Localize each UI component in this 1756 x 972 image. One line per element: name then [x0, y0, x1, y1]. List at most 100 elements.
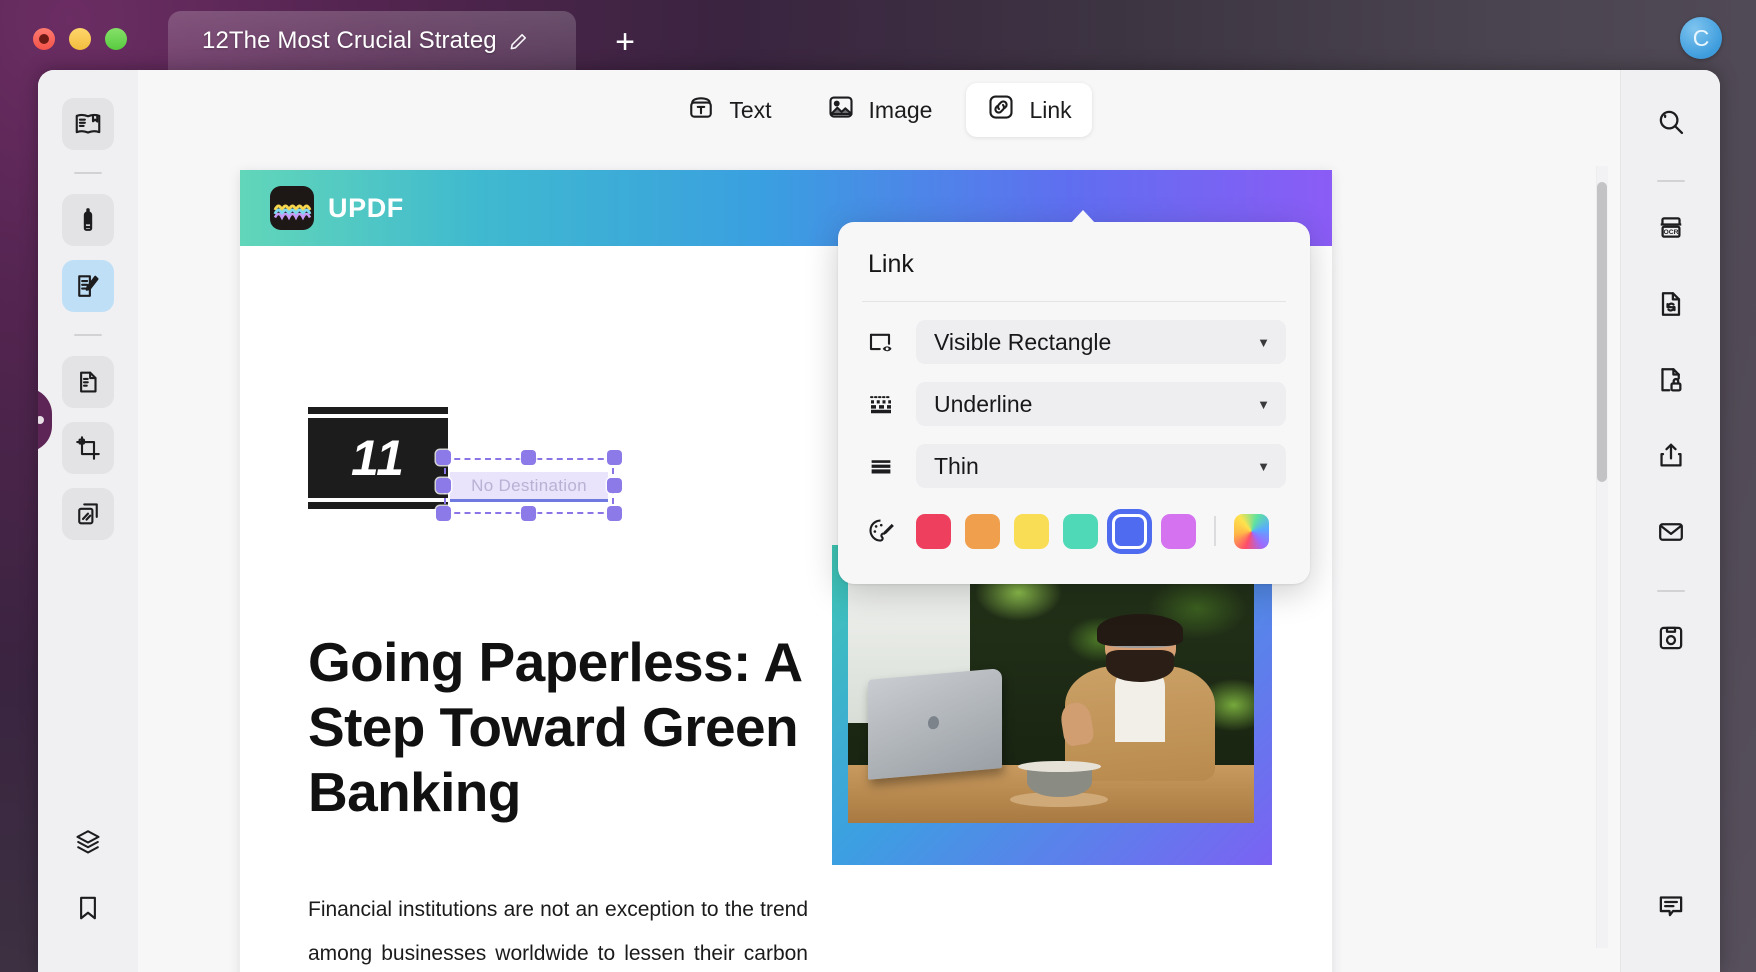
rename-pencil-icon[interactable] [509, 32, 528, 51]
window-controls [33, 28, 127, 50]
close-window-button[interactable] [33, 28, 55, 50]
resize-handle-bottom-right[interactable] [607, 506, 622, 521]
link-thickness-row: Thin ▼ [838, 444, 1310, 488]
application-window: 12The Most Crucial Strateg + C Text Imag… [0, 0, 1756, 972]
swatch-divider [1214, 516, 1216, 546]
rail-divider-1 [74, 172, 102, 174]
link-properties-popover: Link Visible Rectangle ▼ Underline ▼ Thi… [838, 210, 1310, 584]
document-heading: Going Paperless: A Step Toward Green Ban… [308, 631, 801, 823]
resize-handle-bottom-center[interactable] [521, 506, 536, 521]
photo-person-beard [1106, 649, 1175, 682]
sidebar-item-organize[interactable] [62, 356, 114, 408]
rectangle-eye-icon [862, 323, 900, 361]
link-appearance-row: Visible Rectangle ▼ [838, 320, 1310, 364]
right-item-share[interactable] [1645, 430, 1697, 482]
edit-mode-toolbar: Text Image Link [138, 70, 1620, 150]
resize-handle-middle-right[interactable] [607, 478, 622, 493]
photo-coffee-cup [1017, 760, 1101, 797]
tab-link-label: Link [1029, 96, 1072, 123]
title-bar: 12The Most Crucial Strateg + C [0, 0, 1756, 78]
popover-divider [862, 301, 1286, 302]
chevron-down-icon: ▼ [1257, 396, 1270, 412]
left-toolbar [38, 70, 138, 972]
tab-image[interactable]: Image [806, 83, 953, 137]
document-paragraph: Financial institutions are not an except… [308, 898, 808, 966]
sidebar-item-edit[interactable] [62, 260, 114, 312]
color-swatch-orange[interactable] [965, 513, 1000, 549]
link-chain-icon [986, 92, 1016, 128]
dotted-line-icon [862, 385, 900, 423]
sidebar-item-crop[interactable] [62, 422, 114, 474]
user-avatar[interactable]: C [1680, 17, 1722, 59]
app-window-body: Text Image Link UPDF 11 No Destination G… [38, 70, 1720, 972]
color-swatch-blue[interactable] [1112, 513, 1147, 549]
text-box-icon [686, 92, 716, 128]
resize-handle-top-left[interactable] [436, 450, 451, 465]
page-number-badge: 11 [308, 414, 448, 502]
maximize-window-button[interactable] [105, 28, 127, 50]
document-tab[interactable]: 12The Most Crucial Strateg [168, 11, 576, 71]
tab-image-label: Image [868, 96, 933, 123]
right-divider-1 [1656, 180, 1685, 182]
right-toolbar: OCR [1620, 70, 1720, 972]
sidebar-item-layers[interactable] [62, 816, 114, 868]
link-style-value: Underline [934, 390, 1033, 417]
right-item-ocr[interactable]: OCR [1645, 202, 1697, 254]
document-photo [832, 545, 1272, 865]
link-style-select[interactable]: Underline ▼ [916, 382, 1286, 426]
right-item-comment[interactable] [1645, 880, 1697, 932]
resize-handle-top-right[interactable] [607, 450, 622, 465]
document-workspace: Text Image Link UPDF 11 No Destination G… [138, 70, 1620, 972]
link-annotation-box[interactable]: No Destination [450, 472, 608, 502]
link-color-row [838, 512, 1310, 550]
right-item-convert[interactable] [1645, 278, 1697, 330]
page-number-badge-value: 11 [351, 430, 405, 486]
color-swatch-yellow[interactable] [1014, 513, 1049, 549]
link-annotation-label: No Destination [471, 475, 587, 495]
document-brand-name: UPDF [328, 192, 404, 223]
right-item-save[interactable] [1645, 612, 1697, 664]
resize-handle-middle-left[interactable] [436, 478, 451, 493]
link-thickness-select[interactable]: Thin ▼ [916, 444, 1286, 488]
color-swatch-magenta[interactable] [1161, 513, 1196, 549]
resize-handle-top-center[interactable] [521, 450, 536, 465]
link-style-row: Underline ▼ [838, 382, 1310, 426]
photo-laptop [868, 667, 1003, 780]
vertical-scrollbar-thumb[interactable] [1597, 182, 1607, 482]
resize-handle-bottom-left[interactable] [436, 506, 451, 521]
right-item-search[interactable] [1645, 96, 1697, 148]
link-thickness-value: Thin [934, 452, 979, 479]
chevron-down-icon: ▼ [1257, 458, 1270, 474]
document-tab-title: 12The Most Crucial Strateg [202, 27, 497, 54]
line-weight-icon [862, 447, 900, 485]
new-tab-button[interactable]: + [608, 25, 642, 59]
photo-person-hair [1097, 613, 1184, 647]
link-appearance-select[interactable]: Visible Rectangle ▼ [916, 320, 1286, 364]
updf-logo-icon [270, 186, 314, 230]
link-color-swatches [916, 513, 1286, 549]
tab-text[interactable]: Text [666, 83, 791, 137]
color-swatch-custom[interactable] [1233, 513, 1269, 549]
right-item-email[interactable] [1645, 506, 1697, 558]
sidebar-collapse-handle[interactable] [38, 388, 52, 452]
svg-text:OCR: OCR [1663, 229, 1678, 236]
link-appearance-value: Visible Rectangle [934, 328, 1112, 355]
rail-divider-2 [74, 334, 102, 336]
photo-inner [848, 561, 1254, 823]
sidebar-item-bookmark[interactable] [62, 882, 114, 934]
color-swatch-teal[interactable] [1063, 513, 1098, 549]
link-annotation-selection[interactable]: No Destination [436, 450, 622, 521]
tab-link[interactable]: Link [966, 83, 1092, 137]
image-icon [826, 92, 856, 128]
sidebar-item-reader[interactable] [62, 98, 114, 150]
minimize-window-button[interactable] [69, 28, 91, 50]
photo-person [1051, 613, 1230, 782]
right-divider-2 [1656, 590, 1685, 592]
color-swatch-red[interactable] [916, 513, 951, 549]
palette-brush-icon [862, 512, 900, 550]
chevron-down-icon: ▼ [1257, 334, 1270, 350]
right-item-protect[interactable] [1645, 354, 1697, 406]
popover-title: Link [868, 250, 914, 278]
sidebar-item-annotate[interactable] [62, 194, 114, 246]
sidebar-item-convert[interactable] [62, 488, 114, 540]
